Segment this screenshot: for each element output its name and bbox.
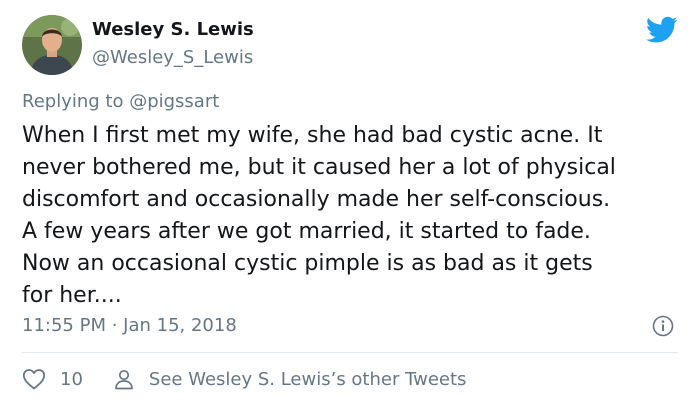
avatar[interactable] <box>22 15 82 75</box>
see-other-tweets-link[interactable]: See Wesley S. Lewis’s other Tweets <box>149 369 467 390</box>
like-count[interactable]: 10 <box>60 369 83 390</box>
avatar-photo <box>22 15 82 75</box>
info-icon[interactable] <box>652 315 674 337</box>
replying-to-line: Replying to @pigssart <box>22 90 219 114</box>
tweet-card: Wesley S. Lewis @Wesley_S_Lewis Replying… <box>0 0 700 406</box>
replying-to-label: Replying to <box>22 91 130 112</box>
author-name[interactable]: Wesley S. Lewis <box>92 18 254 42</box>
tweet-actions: 10 See Wesley S. Lewis’s other Tweets <box>22 366 466 392</box>
person-icon <box>115 369 133 390</box>
tweet-timestamp[interactable]: 11:55 PM · Jan 15, 2018 <box>22 314 237 338</box>
divider <box>22 352 678 353</box>
reply-mention-link[interactable]: @pigssart <box>129 91 219 112</box>
author-handle[interactable]: @Wesley_S_Lewis <box>92 46 253 70</box>
twitter-bird-icon[interactable] <box>646 16 678 44</box>
tweet-text: When I first met my wife, she had bad cy… <box>22 123 616 308</box>
heart-icon[interactable] <box>22 368 46 390</box>
